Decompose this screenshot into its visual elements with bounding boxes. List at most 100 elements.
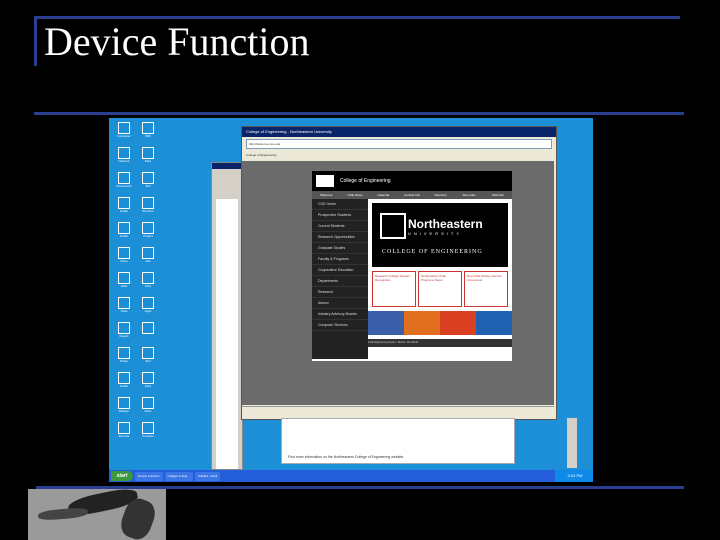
site-menu-item[interactable]: Faculty & Programs xyxy=(312,254,368,265)
news-card[interactable]: Research College Student Recognition xyxy=(372,271,416,307)
file-icon xyxy=(142,147,154,159)
desktop-icon[interactable]: Recycle xyxy=(113,422,135,442)
desktop-icon-label xyxy=(137,334,159,342)
desktop-icon-label: Report xyxy=(119,334,129,338)
site-nav-link[interactable]: Calendar xyxy=(369,191,398,199)
desktop-icon-label: Folder xyxy=(119,384,129,388)
file-icon xyxy=(142,247,154,259)
site-logo[interactable] xyxy=(316,175,334,187)
site-menu-item[interactable]: Prospective Students xyxy=(312,210,368,221)
site-menu-item[interactable]: Current Students xyxy=(312,221,368,232)
site-left-menu: COE Home Prospective Students Current Stud… xyxy=(312,199,368,359)
desktop-icon[interactable]: Drive xyxy=(113,247,135,267)
desktop-icon[interactable]: File xyxy=(137,247,159,267)
desktop-icon-label: Shortcut xyxy=(142,209,154,213)
desktop-icon[interactable]: Files xyxy=(137,272,159,292)
start-button[interactable]: start xyxy=(111,471,133,481)
desktop-icon[interactable]: Folder xyxy=(113,222,135,242)
sponsor-banner[interactable] xyxy=(476,311,512,335)
desktop-icon[interactable]: Files xyxy=(137,147,159,167)
site-nav-link[interactable]: Webmail xyxy=(483,191,512,199)
lower-panel-message: Find more information on the Northeaster… xyxy=(288,455,405,459)
browser-content: College of Engineering Welcome COE News Ca… xyxy=(242,161,554,405)
file-icon xyxy=(142,322,154,334)
background-paint-window[interactable] xyxy=(211,162,243,470)
desktop-icon[interactable]: Network xyxy=(113,147,135,167)
desktop-icon[interactable]: PDF xyxy=(137,122,159,142)
site-menu-item[interactable]: Research xyxy=(312,287,368,298)
desktop-icon[interactable]: Apps xyxy=(137,297,159,317)
sponsor-banner[interactable] xyxy=(440,311,476,335)
site-nav-link[interactable]: Directory xyxy=(426,191,455,199)
site-nav-link[interactable]: Welcome xyxy=(312,191,341,199)
desktop-icon-label: Text xyxy=(145,184,151,188)
desktop-icon-label: File xyxy=(145,259,151,263)
site-menu-item[interactable]: Graduate Studies xyxy=(312,243,368,254)
desktop-icon[interactable]: Files xyxy=(137,372,159,392)
desktop-icon[interactable]: Documents xyxy=(113,172,135,192)
taskbar-item[interactable]: Untitled - Paint xyxy=(194,471,221,481)
site-menu-item[interactable]: Alumni xyxy=(312,298,368,309)
file-icon xyxy=(118,422,130,434)
browser-titlebar[interactable]: College of Engineering - Northeastern Un… xyxy=(242,127,556,137)
hero-banner: Northeastern UNIVERSITY COLLEGE OF ENGIN… xyxy=(372,203,508,267)
desktop-icon[interactable] xyxy=(137,322,159,342)
desktop-icon[interactable]: Computer xyxy=(113,122,135,142)
desktop-icon-label: Computer xyxy=(117,134,131,138)
site-nav-link[interactable]: COE News xyxy=(341,191,370,199)
file-icon xyxy=(142,197,154,209)
file-icon xyxy=(142,422,154,434)
taskbar-item[interactable]: Device Function xyxy=(135,471,163,481)
file-icon xyxy=(118,347,130,359)
desktop-icon-label: Folder xyxy=(119,209,129,213)
university-emblem-icon xyxy=(380,213,406,239)
news-cards: Research College Student Recognition Nor… xyxy=(372,271,508,307)
desktop-icon[interactable]: Folder xyxy=(113,372,135,392)
sponsor-banner[interactable] xyxy=(368,311,404,335)
file-icon xyxy=(118,247,130,259)
sponsor-banners xyxy=(368,311,512,335)
file-icon xyxy=(142,122,154,134)
desktop-icon[interactable]: Data xyxy=(113,272,135,292)
desktop-icon[interactable]: Program xyxy=(137,422,159,442)
background-window-canvas xyxy=(216,199,238,469)
desktop-icon[interactable]: Folder xyxy=(113,197,135,217)
desktop-icon-label: Text xyxy=(145,359,151,363)
news-card[interactable]: New COE Online Courses Announced xyxy=(464,271,508,307)
background-window-titlebar[interactable] xyxy=(212,163,242,169)
site-nav-link[interactable]: Site Index xyxy=(455,191,484,199)
desktop-icon[interactable]: Text xyxy=(137,172,159,192)
desktop-icon[interactable]: Backup xyxy=(113,397,135,417)
content-rule-top xyxy=(34,112,684,115)
hero-university: UNIVERSITY xyxy=(408,231,463,236)
desktop-icon-label: Files xyxy=(144,284,152,288)
site-menu-item[interactable]: COE Home xyxy=(312,199,368,210)
desktop-icon[interactable]: Shortcut xyxy=(137,197,159,217)
site-menu-item[interactable]: Industry Advisory Boards xyxy=(312,309,368,320)
sponsor-banner[interactable] xyxy=(404,311,440,335)
desktop-icon[interactable]: Report xyxy=(113,322,135,342)
desktop-icon[interactable]: Text xyxy=(137,347,159,367)
vertical-scrollbar[interactable] xyxy=(567,418,577,468)
taskbar-item[interactable]: College of Eng... xyxy=(164,471,193,481)
desktop-icon[interactable]: Docs xyxy=(137,397,159,417)
file-icon xyxy=(142,347,154,359)
site-nav-link[interactable]: Contact Info xyxy=(398,191,427,199)
desktop-icon[interactable]: Tools xyxy=(113,297,135,317)
taskbar: start Device Function College of Eng... … xyxy=(109,470,593,482)
site-menu-item[interactable]: Computer Services xyxy=(312,320,368,331)
desktop-icon-label: Drive xyxy=(120,259,128,263)
file-icon xyxy=(118,397,130,409)
file-icon xyxy=(142,397,154,409)
news-card[interactable]: Northeastern COE Programs News xyxy=(418,271,462,307)
site-menu-item[interactable]: Departments xyxy=(312,276,368,287)
desktop-icon-label: Documents xyxy=(116,184,132,188)
site-menu-item[interactable]: Research Opportunities xyxy=(312,232,368,243)
site-menu-item[interactable]: Cooperative Education xyxy=(312,265,368,276)
desktop-icon-label: Folder xyxy=(119,234,129,238)
browser-tab[interactable]: College of Engineering xyxy=(246,151,552,159)
hero-name: Northeastern xyxy=(408,217,483,231)
address-bar[interactable]: http://www.coe.neu.edu xyxy=(246,139,552,149)
desktop-icon[interactable]: Project xyxy=(137,222,159,242)
desktop-icon[interactable]: Notes xyxy=(113,347,135,367)
